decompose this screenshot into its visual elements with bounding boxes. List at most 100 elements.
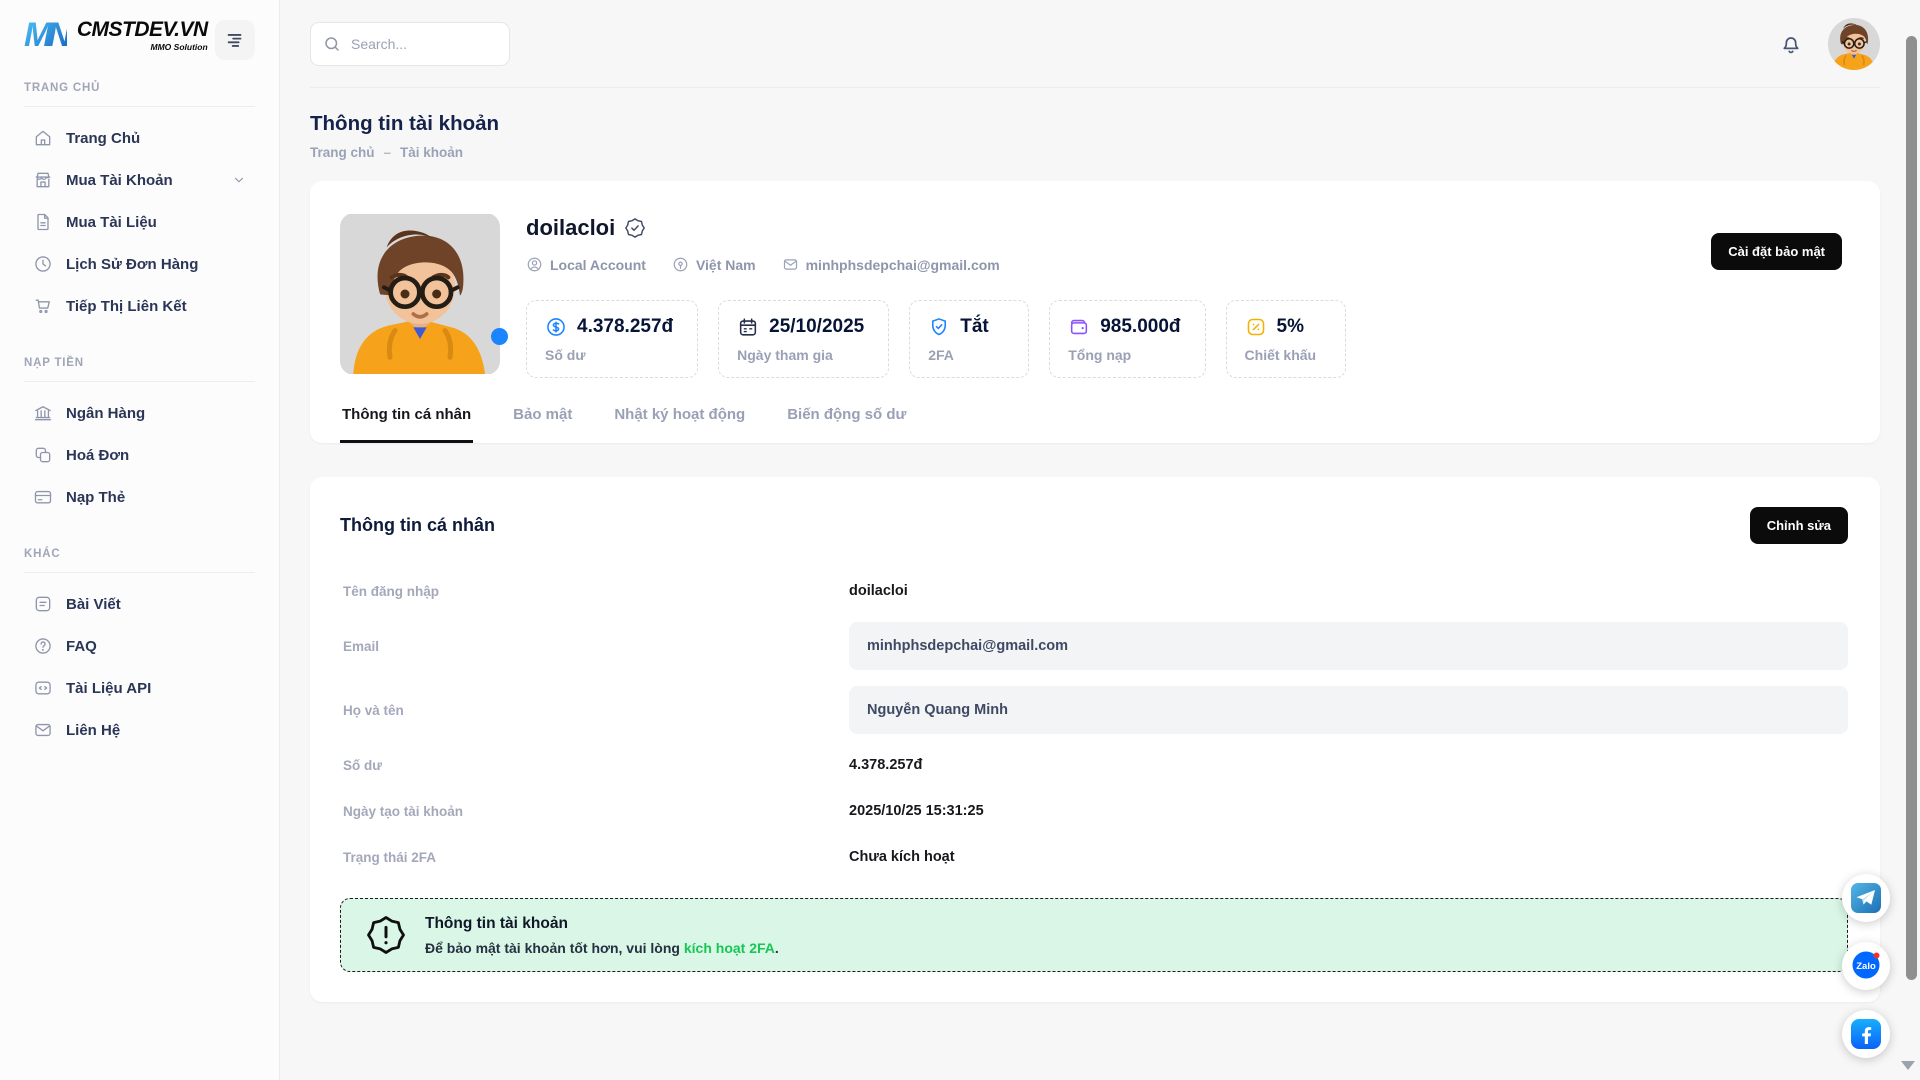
account-type: Local Account [550, 257, 646, 273]
facebook-icon [1851, 1019, 1881, 1049]
sidebar-section-title: KHÁC [24, 548, 255, 560]
info-row-balance: Số dư 4.378.257đ [340, 742, 1848, 788]
breadcrumb-home[interactable]: Trang chủ [310, 145, 375, 160]
zalo-icon: Zalo [1849, 949, 1883, 983]
document-icon [33, 212, 53, 232]
section-title: Thông tin cá nhân [340, 515, 495, 536]
breadcrumb-separator: – [384, 145, 392, 160]
facebook-button[interactable] [1842, 1010, 1890, 1058]
page-title: Thông tin tài khoản [310, 112, 1880, 136]
scroll-down-arrow-icon[interactable] [1901, 1061, 1915, 1070]
calendar-icon [737, 316, 759, 338]
scrollbar-thumb[interactable] [1906, 36, 1917, 980]
profile-tabs: Thông tin cá nhân Bảo mật Nhật ký hoạt đ… [340, 406, 1848, 443]
alert-badge-icon [365, 914, 407, 956]
menu-lines-icon [224, 29, 246, 51]
stat-label: Số dư [545, 347, 673, 363]
stat-join-date: 25/10/2025 Ngày tham gia [718, 300, 889, 378]
tab-bien-dong-so-du[interactable]: Biến động số dư [785, 406, 908, 443]
profile-card: Cài đặt bảo mật doilacloi Local Account [310, 181, 1880, 443]
sidebar-section-title: NẠP TIỀN [24, 357, 255, 369]
sidebar-item-label: Tiếp Thị Liên Kết [66, 298, 187, 315]
sidebar-item-mua-tai-lieu[interactable]: Mua Tài Liệu [24, 201, 255, 243]
field-label: Email [343, 639, 849, 654]
sidebar-item-hoa-don[interactable]: Hoá Đơn [24, 434, 255, 476]
field-label: Số dư [343, 758, 849, 773]
location-icon [672, 256, 689, 273]
telegram-button[interactable] [1842, 874, 1890, 922]
stat-value: Tắt [960, 316, 989, 338]
stat-value: 4.378.257đ [577, 316, 673, 338]
field-label: Tên đăng nhập [343, 584, 849, 599]
field-label: Họ và tên [343, 703, 849, 718]
sidebar-item-faq[interactable]: FAQ [24, 625, 255, 667]
sidebar-item-label: Hoá Đơn [66, 447, 129, 464]
stat-label: Chiết khấu [1245, 347, 1321, 363]
tab-thong-tin-ca-nhan[interactable]: Thông tin cá nhân [340, 406, 473, 443]
breadcrumb: Trang chủ – Tài khoản [310, 145, 1880, 160]
user-circle-icon [526, 256, 543, 273]
edit-button[interactable]: Chỉnh sửa [1750, 507, 1848, 544]
sidebar-nav-topup: Ngân Hàng Hoá Đơn Nạp Thẻ [24, 392, 255, 518]
info-row-username: Tên đăng nhập doilacloi [340, 568, 1848, 614]
wallet-icon [1068, 316, 1090, 338]
sidebar-item-label: Tài Liệu API [66, 680, 151, 697]
sidebar-toggle-button[interactable] [215, 20, 255, 60]
chevron-down-icon [229, 173, 249, 187]
tab-nhat-ky-hoat-dong[interactable]: Nhật ký hoạt động [612, 406, 747, 443]
stat-2fa: Tắt 2FA [909, 300, 1029, 378]
fullname-field[interactable] [849, 686, 1848, 734]
divider [24, 572, 255, 573]
sidebar-item-label: Mua Tài Liệu [66, 214, 157, 231]
sidebar-item-mua-tai-khoan[interactable]: Mua Tài Khoản [24, 159, 255, 201]
sidebar-item-label: Nạp Thẻ [66, 489, 125, 506]
verified-badge-icon [624, 217, 646, 239]
sidebar-nav-other: Bài Viết FAQ Tài Liệu API Liên Hệ [24, 583, 255, 751]
brand-logo-mark: MN [24, 18, 67, 52]
alert-text: Để bảo mật tài khoản tốt hơn, vui lòng k… [425, 940, 779, 956]
created-date-value: 2025/10/25 15:31:25 [849, 803, 984, 819]
sidebar-item-lien-he[interactable]: Liên Hệ [24, 709, 255, 751]
user-avatar[interactable] [1828, 18, 1880, 70]
sidebar-item-lich-su-don-hang[interactable]: Lịch Sử Đơn Hàng [24, 243, 255, 285]
field-label: Ngày tạo tài khoản [343, 804, 849, 819]
stat-label: Ngày tham gia [737, 347, 864, 363]
activate-2fa-link[interactable]: kích hoạt 2FA [684, 940, 775, 956]
sidebar-item-label: Ngân Hàng [66, 405, 145, 422]
sidebar-item-nap-the[interactable]: Nạp Thẻ [24, 476, 255, 518]
stat-value: 25/10/2025 [769, 316, 864, 338]
stat-value: 5% [1277, 316, 1304, 338]
sidebar-item-label: Lịch Sử Đơn Hàng [66, 256, 198, 273]
dollar-circle-icon [545, 316, 567, 338]
profile-stats: 4.378.257đ Số dư 25/10/2025 Ngày tham gi… [526, 300, 1848, 378]
sidebar-item-label: Trang Chủ [66, 130, 140, 147]
sidebar-item-label: Bài Viết [66, 596, 121, 613]
clock-icon [33, 254, 53, 274]
sidebar-item-tai-lieu-api[interactable]: Tài Liệu API [24, 667, 255, 709]
info-row-email: Email [340, 614, 1848, 678]
zalo-button[interactable]: Zalo [1842, 942, 1890, 990]
sidebar-item-label: FAQ [66, 638, 97, 655]
online-status-dot [491, 328, 508, 345]
profile-email: minhphsdepchai@gmail.com [806, 257, 1000, 273]
notifications-button[interactable] [1778, 31, 1804, 57]
sidebar-item-bai-viet[interactable]: Bài Viết [24, 583, 255, 625]
info-row-2fa-status: Trạng thái 2FA Chưa kích hoạt [340, 834, 1848, 880]
info-row-fullname: Họ và tên [340, 678, 1848, 742]
security-settings-button[interactable]: Cài đặt bảo mật [1711, 233, 1842, 270]
info-row-created-date: Ngày tạo tài khoản 2025/10/25 15:31:25 [340, 788, 1848, 834]
sidebar-item-ngan-hang[interactable]: Ngân Hàng [24, 392, 255, 434]
email-field[interactable] [849, 622, 1848, 670]
sidebar-item-label: Mua Tài Khoản [66, 172, 173, 189]
stat-value: 985.000đ [1100, 316, 1180, 338]
shield-check-icon [928, 316, 950, 338]
alert-title: Thông tin tài khoản [425, 915, 779, 933]
brand-logo-tagline: MMO Solution [77, 42, 208, 52]
sidebar-item-tiep-thi-lien-ket[interactable]: Tiếp Thị Liên Kết [24, 285, 255, 327]
profile-avatar [340, 213, 500, 375]
sidebar-item-trang-chu[interactable]: Trang Chủ [24, 117, 255, 159]
sidebar-item-label: Liên Hệ [66, 722, 120, 739]
tab-bao-mat[interactable]: Bảo mật [511, 406, 574, 443]
cart-icon [33, 296, 53, 316]
stat-discount: 5% Chiết khấu [1226, 300, 1346, 378]
